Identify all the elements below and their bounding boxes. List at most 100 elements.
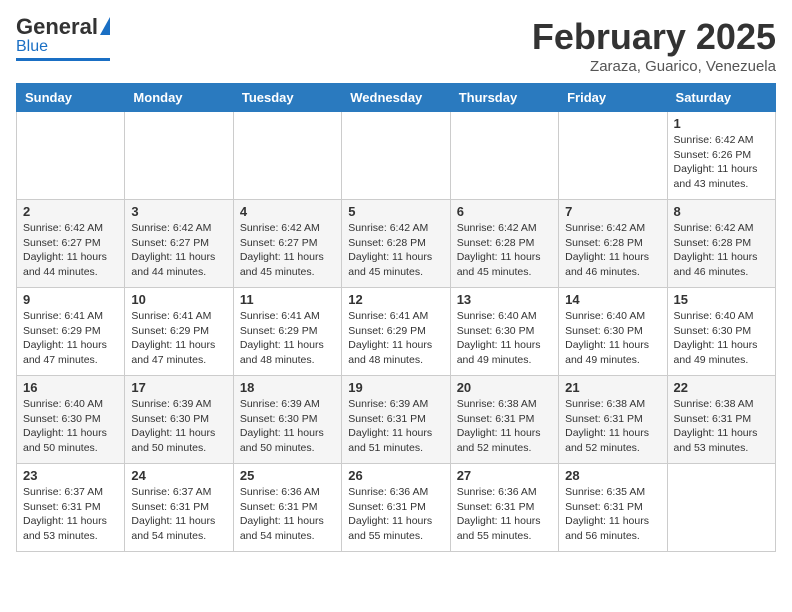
- day-number: 4: [240, 204, 335, 219]
- calendar-cell: 24 Sunrise: 6:37 AMSunset: 6:31 PMDayligh…: [125, 464, 233, 552]
- weekday-header-sunday: Sunday: [17, 84, 125, 112]
- day-number: 16: [23, 380, 118, 395]
- logo-blue: Blue: [16, 38, 48, 56]
- day-info: Sunrise: 6:38 AMSunset: 6:31 PMDaylight:…: [674, 397, 769, 456]
- weekday-header-monday: Monday: [125, 84, 233, 112]
- day-number: 24: [131, 468, 226, 483]
- logo: General Blue: [16, 16, 110, 61]
- calendar-cell: 9 Sunrise: 6:41 AMSunset: 6:29 PMDaylight…: [17, 288, 125, 376]
- day-info: Sunrise: 6:41 AMSunset: 6:29 PMDaylight:…: [240, 309, 335, 368]
- calendar-cell: 19 Sunrise: 6:39 AMSunset: 6:31 PMDayligh…: [342, 376, 450, 464]
- day-info: Sunrise: 6:42 AMSunset: 6:26 PMDaylight:…: [674, 133, 769, 192]
- calendar-week-2: 2 Sunrise: 6:42 AMSunset: 6:27 PMDaylight…: [17, 200, 776, 288]
- day-number: 6: [457, 204, 552, 219]
- day-number: 10: [131, 292, 226, 307]
- day-number: 12: [348, 292, 443, 307]
- day-info: Sunrise: 6:40 AMSunset: 6:30 PMDaylight:…: [457, 309, 552, 368]
- day-number: 19: [348, 380, 443, 395]
- month-title: February 2025: [532, 16, 776, 58]
- day-info: Sunrise: 6:39 AMSunset: 6:30 PMDaylight:…: [240, 397, 335, 456]
- day-info: Sunrise: 6:37 AMSunset: 6:31 PMDaylight:…: [131, 485, 226, 544]
- day-info: Sunrise: 6:42 AMSunset: 6:27 PMDaylight:…: [131, 221, 226, 280]
- day-info: Sunrise: 6:41 AMSunset: 6:29 PMDaylight:…: [23, 309, 118, 368]
- calendar-cell: 8 Sunrise: 6:42 AMSunset: 6:28 PMDaylight…: [667, 200, 775, 288]
- calendar-cell: 3 Sunrise: 6:42 AMSunset: 6:27 PMDaylight…: [125, 200, 233, 288]
- day-number: 11: [240, 292, 335, 307]
- day-number: 28: [565, 468, 660, 483]
- calendar-cell: 5 Sunrise: 6:42 AMSunset: 6:28 PMDaylight…: [342, 200, 450, 288]
- weekday-header-thursday: Thursday: [450, 84, 558, 112]
- calendar-cell: [342, 112, 450, 200]
- calendar-cell: 23 Sunrise: 6:37 AMSunset: 6:31 PMDayligh…: [17, 464, 125, 552]
- day-info: Sunrise: 6:40 AMSunset: 6:30 PMDaylight:…: [23, 397, 118, 456]
- calendar-cell: 2 Sunrise: 6:42 AMSunset: 6:27 PMDaylight…: [17, 200, 125, 288]
- day-number: 25: [240, 468, 335, 483]
- day-info: Sunrise: 6:42 AMSunset: 6:28 PMDaylight:…: [674, 221, 769, 280]
- weekday-header-row: SundayMondayTuesdayWednesdayThursdayFrid…: [17, 84, 776, 112]
- day-info: Sunrise: 6:42 AMSunset: 6:28 PMDaylight:…: [457, 221, 552, 280]
- day-number: 9: [23, 292, 118, 307]
- calendar-cell: 13Sunrise: 6:40 AMSunset: 6:30 PMDayligh…: [450, 288, 558, 376]
- calendar-cell: 1 Sunrise: 6:42 AMSunset: 6:26 PMDaylight…: [667, 112, 775, 200]
- calendar-cell: [450, 112, 558, 200]
- day-info: Sunrise: 6:36 AMSunset: 6:31 PMDaylight:…: [240, 485, 335, 544]
- day-info: Sunrise: 6:37 AMSunset: 6:31 PMDaylight:…: [23, 485, 118, 544]
- day-number: 23: [23, 468, 118, 483]
- day-number: 5: [348, 204, 443, 219]
- day-info: Sunrise: 6:39 AMSunset: 6:31 PMDaylight:…: [348, 397, 443, 456]
- weekday-header-tuesday: Tuesday: [233, 84, 341, 112]
- day-info: Sunrise: 6:42 AMSunset: 6:27 PMDaylight:…: [240, 221, 335, 280]
- day-info: Sunrise: 6:42 AMSunset: 6:28 PMDaylight:…: [348, 221, 443, 280]
- calendar-week-5: 23 Sunrise: 6:37 AMSunset: 6:31 PMDayligh…: [17, 464, 776, 552]
- day-number: 18: [240, 380, 335, 395]
- calendar-cell: 25 Sunrise: 6:36 AMSunset: 6:31 PMDayligh…: [233, 464, 341, 552]
- calendar-cell: 27Sunrise: 6:36 AMSunset: 6:31 PMDayligh…: [450, 464, 558, 552]
- day-number: 20: [457, 380, 552, 395]
- calendar-cell: 12 Sunrise: 6:41 AMSunset: 6:29 PMDayligh…: [342, 288, 450, 376]
- page-header: General Blue February 2025 Zaraza, Guari…: [16, 16, 776, 75]
- calendar-cell: 22 Sunrise: 6:38 AMSunset: 6:31 PMDayligh…: [667, 376, 775, 464]
- day-number: 3: [131, 204, 226, 219]
- day-number: 26: [348, 468, 443, 483]
- day-info: Sunrise: 6:40 AMSunset: 6:30 PMDaylight:…: [565, 309, 660, 368]
- calendar-cell: 7 Sunrise: 6:42 AMSunset: 6:28 PMDaylight…: [559, 200, 667, 288]
- location: Zaraza, Guarico, Venezuela: [532, 58, 776, 75]
- calendar-cell: 6 Sunrise: 6:42 AMSunset: 6:28 PMDaylight…: [450, 200, 558, 288]
- day-info: Sunrise: 6:40 AMSunset: 6:30 PMDaylight:…: [674, 309, 769, 368]
- calendar-cell: 28 Sunrise: 6:35 AMSunset: 6:31 PMDayligh…: [559, 464, 667, 552]
- weekday-header-friday: Friday: [559, 84, 667, 112]
- day-number: 15: [674, 292, 769, 307]
- calendar-cell: 11 Sunrise: 6:41 AMSunset: 6:29 PMDayligh…: [233, 288, 341, 376]
- calendar-week-3: 9 Sunrise: 6:41 AMSunset: 6:29 PMDaylight…: [17, 288, 776, 376]
- calendar-table: SundayMondayTuesdayWednesdayThursdayFrid…: [16, 83, 776, 552]
- day-number: 8: [674, 204, 769, 219]
- calendar-cell: 18 Sunrise: 6:39 AMSunset: 6:30 PMDayligh…: [233, 376, 341, 464]
- weekday-header-wednesday: Wednesday: [342, 84, 450, 112]
- day-info: Sunrise: 6:41 AMSunset: 6:29 PMDaylight:…: [348, 309, 443, 368]
- calendar-week-4: 16 Sunrise: 6:40 AMSunset: 6:30 PMDayligh…: [17, 376, 776, 464]
- day-info: Sunrise: 6:42 AMSunset: 6:28 PMDaylight:…: [565, 221, 660, 280]
- logo-underline: [16, 58, 110, 61]
- day-number: 7: [565, 204, 660, 219]
- day-info: Sunrise: 6:35 AMSunset: 6:31 PMDaylight:…: [565, 485, 660, 544]
- calendar-cell: 20 Sunrise: 6:38 AMSunset: 6:31 PMDayligh…: [450, 376, 558, 464]
- day-info: Sunrise: 6:38 AMSunset: 6:31 PMDaylight:…: [457, 397, 552, 456]
- weekday-header-saturday: Saturday: [667, 84, 775, 112]
- calendar-cell: 14 Sunrise: 6:40 AMSunset: 6:30 PMDayligh…: [559, 288, 667, 376]
- calendar-cell: [559, 112, 667, 200]
- calendar-cell: 17Sunrise: 6:39 AMSunset: 6:30 PMDayligh…: [125, 376, 233, 464]
- day-info: Sunrise: 6:38 AMSunset: 6:31 PMDaylight:…: [565, 397, 660, 456]
- day-number: 1: [674, 116, 769, 131]
- logo-triangle-icon: [100, 17, 110, 35]
- day-info: Sunrise: 6:36 AMSunset: 6:31 PMDaylight:…: [457, 485, 552, 544]
- day-number: 2: [23, 204, 118, 219]
- day-number: 14: [565, 292, 660, 307]
- day-info: Sunrise: 6:42 AMSunset: 6:27 PMDaylight:…: [23, 221, 118, 280]
- day-number: 17: [131, 380, 226, 395]
- calendar-cell: [233, 112, 341, 200]
- calendar-week-1: 1 Sunrise: 6:42 AMSunset: 6:26 PMDaylight…: [17, 112, 776, 200]
- day-number: 22: [674, 380, 769, 395]
- day-number: 21: [565, 380, 660, 395]
- calendar-cell: 10Sunrise: 6:41 AMSunset: 6:29 PMDayligh…: [125, 288, 233, 376]
- calendar-cell: 26Sunrise: 6:36 AMSunset: 6:31 PMDayligh…: [342, 464, 450, 552]
